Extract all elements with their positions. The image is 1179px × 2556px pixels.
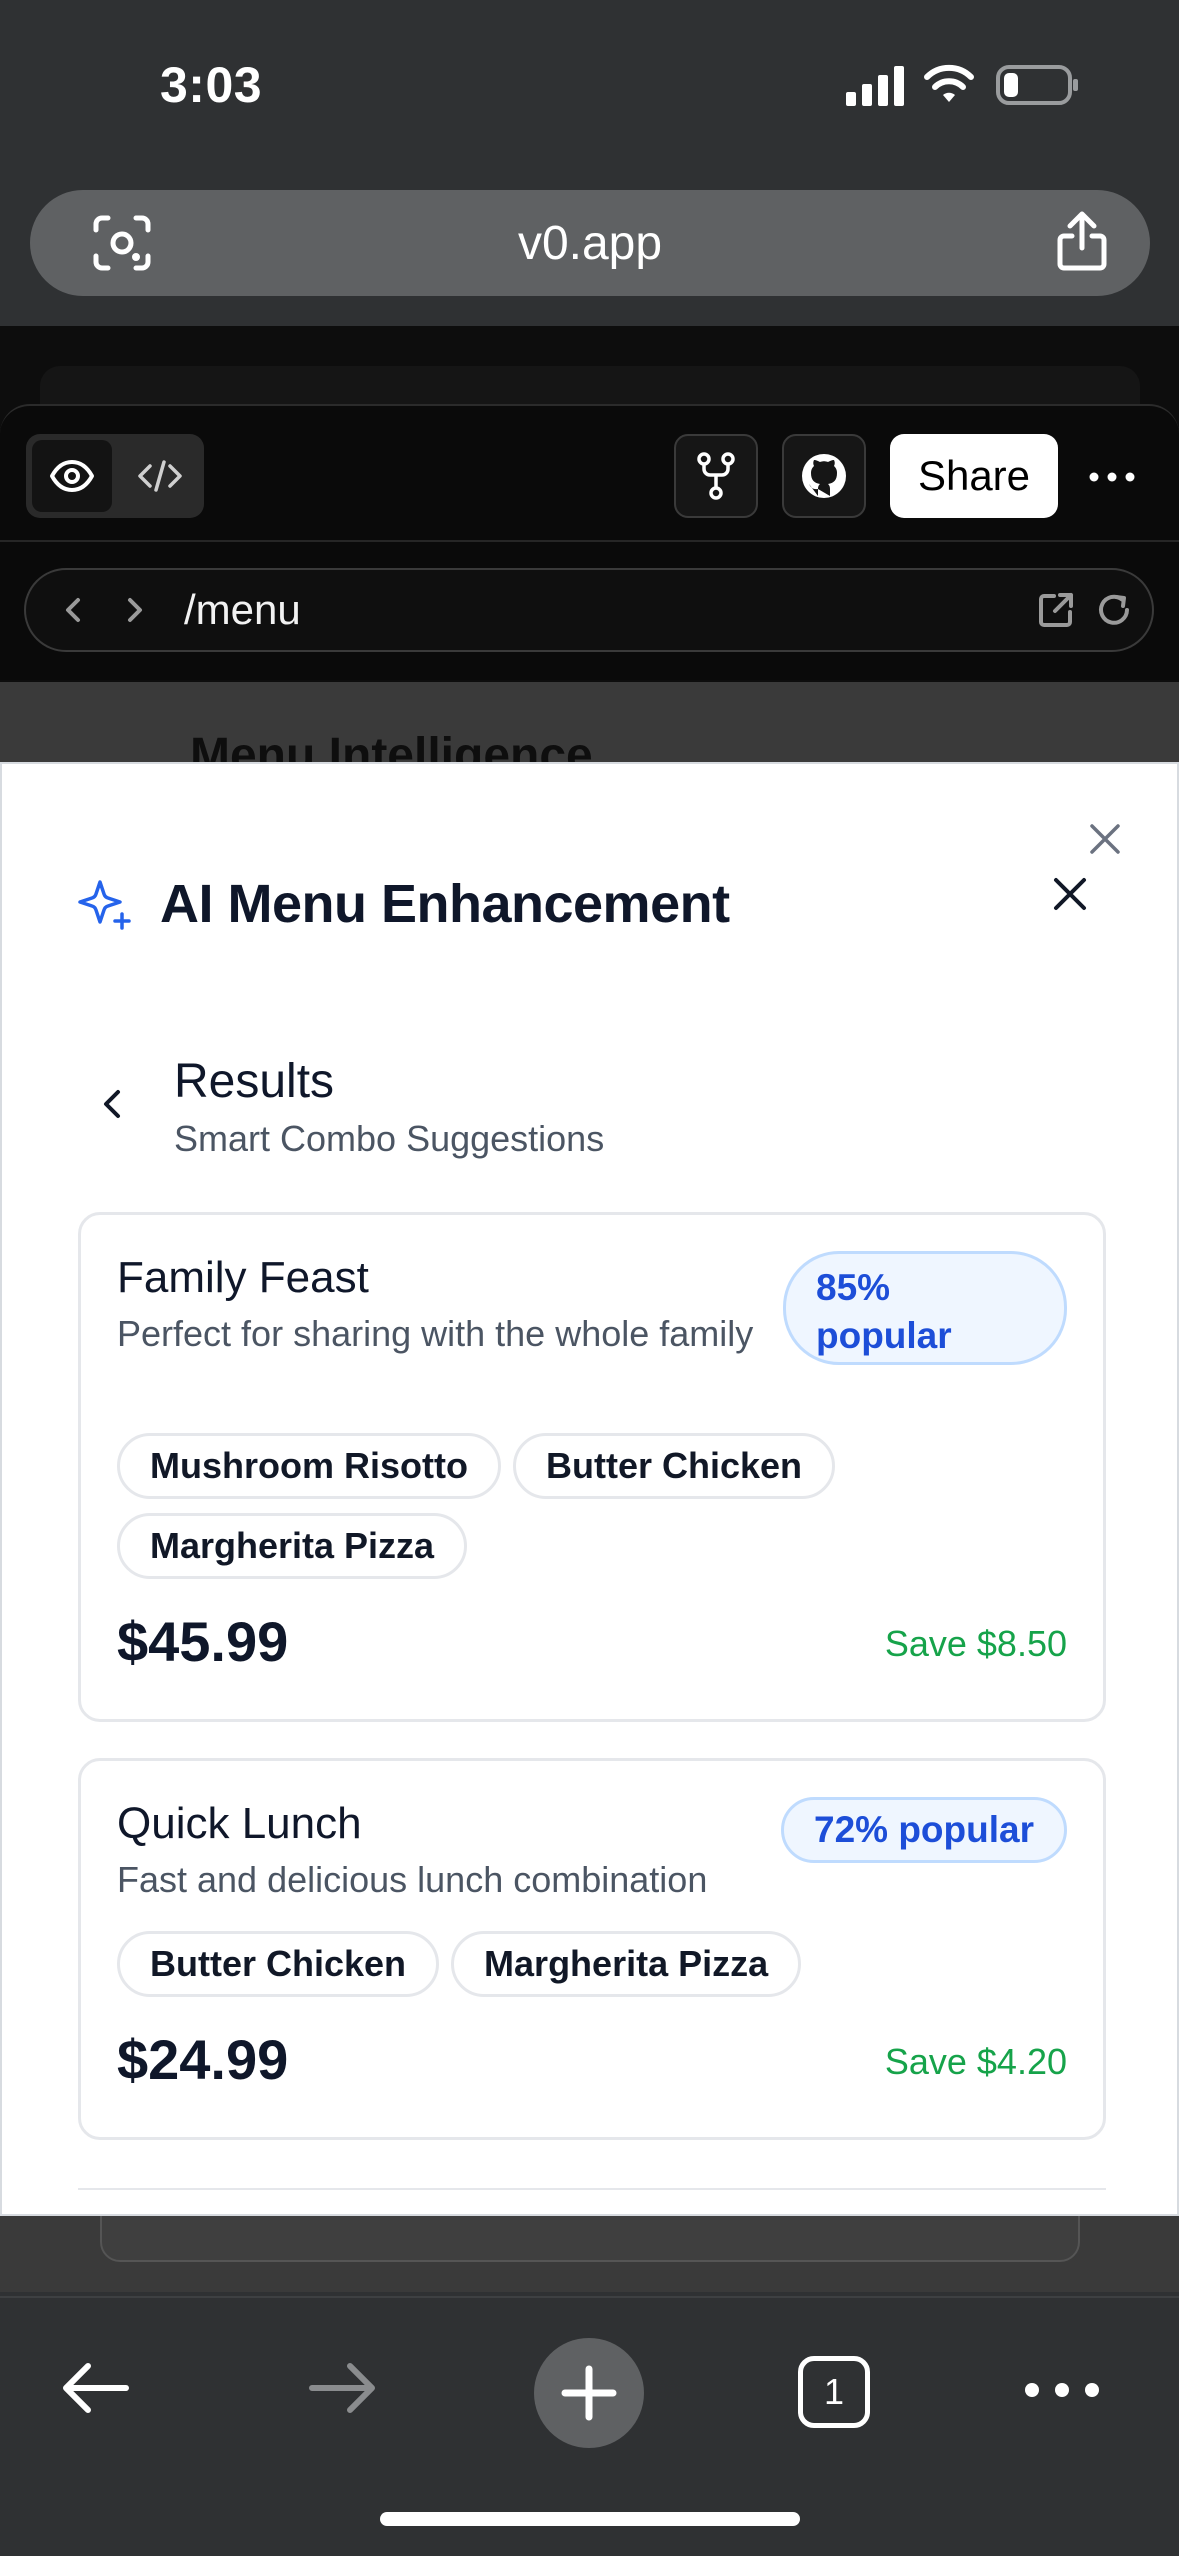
more-horizontal-icon [1089, 472, 1135, 482]
popularity-badge: 85% popular [783, 1251, 1067, 1365]
combo-price: $45.99 [117, 1610, 289, 1673]
popularity-badge: 72% popular [781, 1797, 1067, 1863]
battery-icon [996, 65, 1078, 105]
external-link-icon[interactable] [1036, 590, 1076, 630]
combo-description: Fast and delicious lunch combination [117, 1859, 708, 1900]
fork-icon [697, 452, 735, 500]
fork-button[interactable] [674, 434, 758, 518]
more-horizontal-icon[interactable] [1024, 2360, 1100, 2420]
item-chip: Mushroom Risotto [117, 1433, 501, 1499]
route-input[interactable]: /menu [24, 568, 1154, 652]
reload-icon[interactable] [1094, 590, 1134, 630]
preview-toggle[interactable] [32, 440, 112, 512]
combo-items: Mushroom Risotto Butter Chicken Margheri… [117, 1433, 877, 1579]
item-chip: Butter Chicken [512, 1433, 836, 1499]
item-chip: Margherita Pizza [117, 1513, 468, 1579]
preview-route-bar: /menu [0, 540, 1179, 680]
view-toggle [26, 434, 204, 518]
route-path: /menu [184, 586, 301, 633]
status-bar: 3:03 [0, 0, 1179, 170]
share-button[interactable]: Share [890, 434, 1058, 518]
address-bar[interactable]: v0.app [30, 190, 1150, 296]
combo-name: Quick Lunch [117, 1799, 362, 1848]
github-button[interactable] [782, 434, 866, 518]
combo-price: $24.99 [117, 2028, 289, 2091]
url-text: v0.app [517, 217, 663, 270]
home-indicator [380, 2512, 800, 2526]
sparkles-icon [78, 880, 131, 930]
item-chip: Margherita Pizza [451, 1931, 802, 1997]
cellular-signal-icon [846, 66, 904, 106]
combo-name: Family Feast [117, 1253, 369, 1302]
page-header-strip [40, 366, 1140, 406]
close-icon[interactable] [1084, 818, 1126, 860]
more-options-button[interactable] [1082, 442, 1142, 512]
code-toggle[interactable] [120, 440, 200, 512]
github-icon [802, 454, 846, 498]
item-chip: Butter Chicken [117, 1931, 440, 1997]
wifi-icon [924, 64, 974, 102]
eye-icon [50, 460, 94, 492]
code-icon [138, 460, 182, 492]
status-time: 3:03 [160, 57, 263, 113]
section-title: Results [174, 1055, 335, 1108]
combo-items: Butter Chicken Margherita Pizza [117, 1931, 1017, 1997]
arrow-right-icon[interactable] [306, 2358, 380, 2418]
section-subtitle: Smart Combo Suggestions [174, 1118, 605, 1159]
chevron-left-icon[interactable] [56, 588, 92, 632]
chevron-right-icon[interactable] [116, 588, 152, 632]
combo-card[interactable]: Quick Lunch Fast and delicious lunch com… [78, 1758, 1106, 2140]
modal-title: AI Menu Enhancement [160, 874, 730, 934]
back-chevron-icon[interactable] [98, 1082, 128, 1126]
combo-savings: Save $8.50 [884, 1623, 1067, 1664]
arrow-left-icon[interactable] [58, 2358, 132, 2418]
plus-icon [561, 2365, 617, 2421]
ai-menu-enhancement-modal: AI Menu Enhancement Results Smart Combo … [0, 762, 1179, 2216]
new-tab-button[interactable] [534, 2338, 644, 2448]
modal-header: AI Menu Enhancement [78, 862, 730, 946]
close-icon[interactable] [1050, 874, 1090, 914]
share-icon[interactable] [1054, 210, 1110, 272]
v0-toolbar: Share [0, 404, 1179, 540]
combo-card[interactable]: Family Feast Perfect for sharing with th… [78, 1212, 1106, 1722]
combo-description: Perfect for sharing with the whole famil… [117, 1313, 754, 1354]
combo-savings: Save $4.20 [884, 2041, 1067, 2082]
divider [78, 2188, 1106, 2190]
tab-switcher-button[interactable]: 1 [798, 2356, 870, 2428]
